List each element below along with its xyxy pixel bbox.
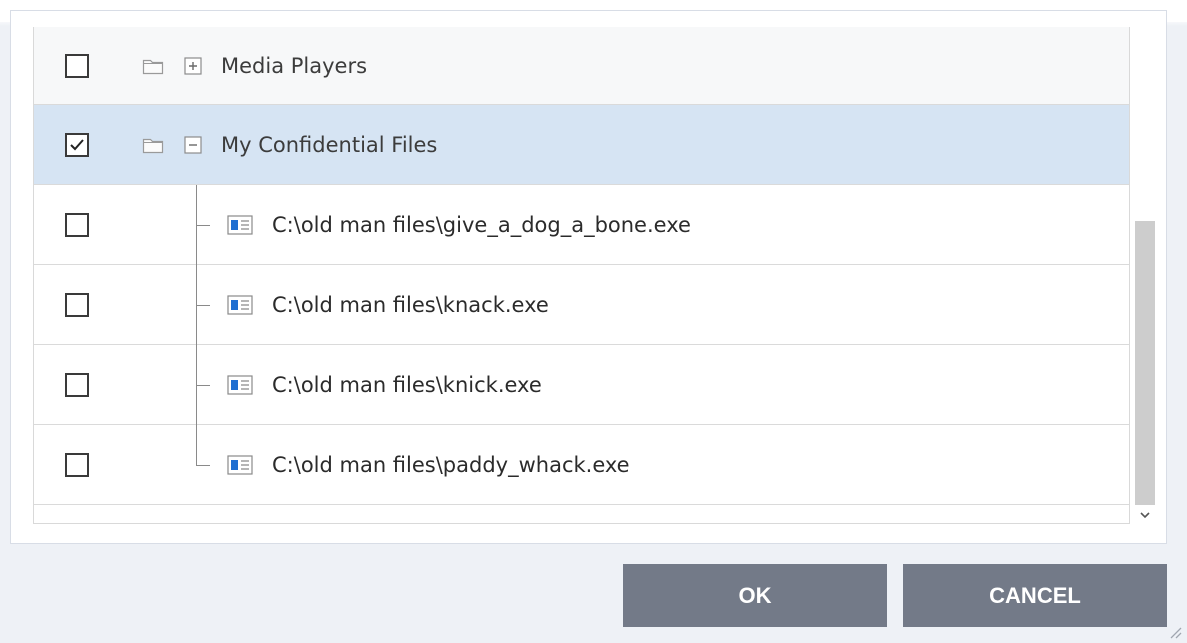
file-group-panel: Media Players My Confidential Files C:\o… [10,10,1167,544]
tree-row-file[interactable]: C:\old man files\knack.exe [34,265,1129,345]
tree-row-file[interactable]: C:\old man files\give_a_dog_a_bone.exe [34,185,1129,265]
folder-icon [142,59,164,74]
tree-row-empty [34,505,1129,523]
minus-box-icon[interactable] [184,135,202,154]
checkbox-file[interactable] [65,212,89,237]
file-path-label: C:\old man files\give_a_dog_a_bone.exe [272,212,691,237]
checkbox-my-confidential-files[interactable] [65,132,89,157]
tree-group-label: My Confidential Files [221,132,438,157]
application-file-icon [227,214,253,235]
cancel-button[interactable]: CANCEL [903,564,1167,627]
checkbox-media-players[interactable] [65,53,89,78]
tree-row-media-players[interactable]: Media Players [34,27,1129,105]
application-file-icon [227,374,253,395]
checkbox-file[interactable] [65,452,89,477]
folder-icon [142,138,164,153]
tree-row-my-confidential-files[interactable]: My Confidential Files [34,105,1129,185]
tree-row-file[interactable]: C:\old man files\paddy_whack.exe [34,425,1129,505]
tree-group-label: Media Players [221,53,368,78]
scrollbar-thumb[interactable] [1135,221,1155,505]
tree-connector [196,224,210,226]
application-file-icon [227,294,253,315]
resize-grip-icon[interactable] [1165,622,1183,640]
checkbox-file[interactable] [65,372,89,397]
plus-box-icon[interactable] [184,56,202,75]
tree-row-file[interactable]: C:\old man files\knick.exe [34,345,1129,425]
file-path-label: C:\old man files\paddy_whack.exe [272,452,630,477]
chevron-down-icon[interactable] [1135,506,1155,524]
application-file-icon [227,454,253,475]
checkmark-icon [70,138,84,150]
tree-connector [196,304,210,306]
tree-connector [196,425,197,465]
file-path-label: C:\old man files\knick.exe [272,372,542,397]
tree-connector [196,464,210,466]
ok-button[interactable]: OK [623,564,887,627]
checkbox-file[interactable] [65,292,89,317]
tree-connector [196,384,210,386]
file-path-label: C:\old man files\knack.exe [272,292,549,317]
file-group-tree: Media Players My Confidential Files C:\o… [33,27,1130,524]
